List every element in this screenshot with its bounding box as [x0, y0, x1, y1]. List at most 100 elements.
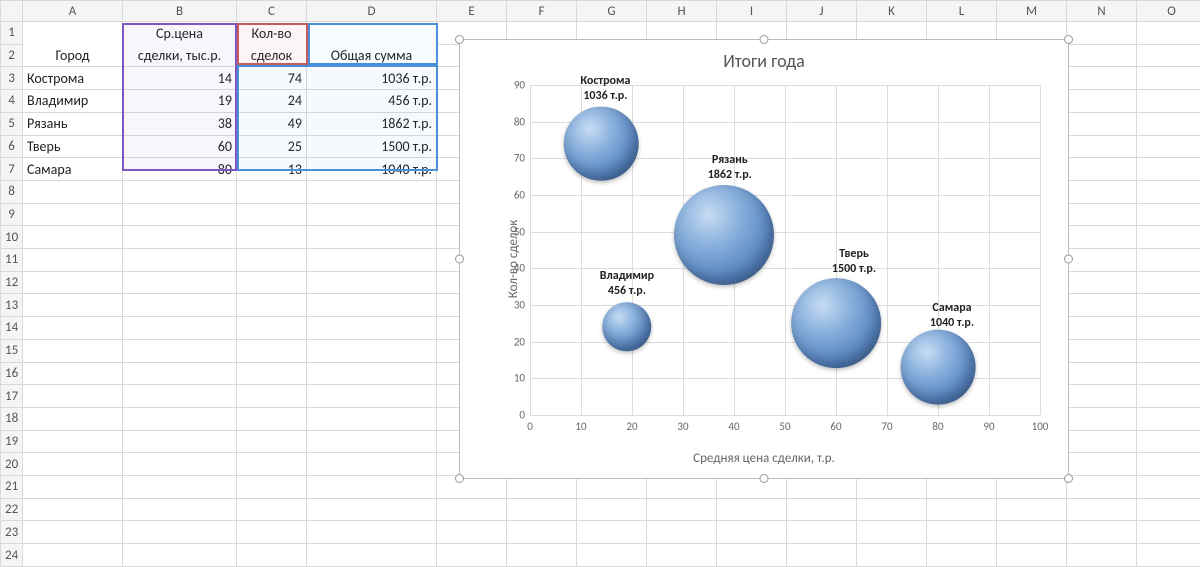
chart-handle-n[interactable] — [760, 35, 769, 44]
row-header-21[interactable]: 21 — [1, 476, 23, 499]
select-all-corner[interactable] — [1, 1, 23, 22]
cell-O14[interactable] — [1137, 317, 1200, 340]
row-header-22[interactable]: 22 — [1, 498, 23, 521]
cell-O6[interactable] — [1137, 135, 1200, 158]
cell-J23[interactable] — [787, 521, 857, 544]
cell-B18[interactable] — [123, 407, 237, 430]
cell-A17[interactable] — [23, 385, 123, 408]
cell-B6[interactable]: 60 — [123, 135, 237, 158]
cell-N5[interactable] — [1067, 112, 1137, 135]
cell-B1[interactable]: Ср.цена — [123, 22, 237, 45]
cell-A19[interactable] — [23, 430, 123, 453]
col-header-C[interactable]: C — [237, 1, 307, 22]
row-header-10[interactable]: 10 — [1, 226, 23, 249]
cell-A16[interactable] — [23, 362, 123, 385]
cell-A15[interactable] — [23, 339, 123, 362]
cell-N24[interactable] — [1067, 544, 1137, 567]
col-header-A[interactable]: A — [23, 1, 123, 22]
col-header-N[interactable]: N — [1067, 1, 1137, 22]
cell-N16[interactable] — [1067, 362, 1137, 385]
cell-N21[interactable] — [1067, 476, 1137, 499]
cell-D22[interactable] — [307, 498, 437, 521]
cell-B23[interactable] — [123, 521, 237, 544]
col-header-G[interactable]: G — [577, 1, 647, 22]
row-header-8[interactable]: 8 — [1, 180, 23, 203]
cell-O24[interactable] — [1137, 544, 1200, 567]
cell-L24[interactable] — [927, 544, 997, 567]
cell-A24[interactable] — [23, 544, 123, 567]
cell-N19[interactable] — [1067, 430, 1137, 453]
cell-B16[interactable] — [123, 362, 237, 385]
cell-A3[interactable]: Кострома — [23, 67, 123, 90]
cell-D8[interactable] — [307, 180, 437, 203]
cell-B22[interactable] — [123, 498, 237, 521]
row-header-12[interactable]: 12 — [1, 271, 23, 294]
cell-C10[interactable] — [237, 226, 307, 249]
cell-D6[interactable]: 1500 т.р. — [307, 135, 437, 158]
cell-O23[interactable] — [1137, 521, 1200, 544]
cell-A8[interactable] — [23, 180, 123, 203]
cell-D23[interactable] — [307, 521, 437, 544]
chart-handle-nw[interactable] — [455, 35, 464, 44]
cell-D9[interactable] — [307, 203, 437, 226]
cell-B12[interactable] — [123, 271, 237, 294]
cell-A23[interactable] — [23, 521, 123, 544]
cell-L23[interactable] — [927, 521, 997, 544]
row-header-14[interactable]: 14 — [1, 317, 23, 340]
row-header-13[interactable]: 13 — [1, 294, 23, 317]
cell-D24[interactable] — [307, 544, 437, 567]
row-header-16[interactable]: 16 — [1, 362, 23, 385]
cell-D13[interactable] — [307, 294, 437, 317]
cell-F22[interactable] — [507, 498, 577, 521]
cell-C5[interactable]: 49 — [237, 112, 307, 135]
chart-title[interactable]: Итоги года — [460, 40, 1068, 72]
col-header-M[interactable]: M — [997, 1, 1067, 22]
cell-A9[interactable] — [23, 203, 123, 226]
cell-O2[interactable] — [1137, 44, 1200, 67]
cell-O8[interactable] — [1137, 180, 1200, 203]
cell-D2[interactable]: Общая сумма — [307, 44, 437, 67]
cell-D16[interactable] — [307, 362, 437, 385]
cell-D21[interactable] — [307, 476, 437, 499]
cell-C12[interactable] — [237, 271, 307, 294]
cell-C2[interactable]: сделок — [237, 44, 307, 67]
cell-B21[interactable] — [123, 476, 237, 499]
row-header-5[interactable]: 5 — [1, 112, 23, 135]
bubble-Самара[interactable] — [901, 330, 976, 405]
cell-O15[interactable] — [1137, 339, 1200, 362]
bubble-Тверь[interactable] — [791, 278, 881, 368]
cell-O20[interactable] — [1137, 453, 1200, 476]
chart-object[interactable]: Итоги года Кол-во сделок Средняя цена сд… — [459, 39, 1069, 479]
cell-D7[interactable]: 1040 т.р. — [307, 158, 437, 181]
cell-C7[interactable]: 13 — [237, 158, 307, 181]
row-header-17[interactable]: 17 — [1, 385, 23, 408]
cell-M22[interactable] — [997, 498, 1067, 521]
cell-N3[interactable] — [1067, 67, 1137, 90]
cell-D11[interactable] — [307, 249, 437, 272]
chart-handle-w[interactable] — [455, 255, 464, 264]
row-header-7[interactable]: 7 — [1, 158, 23, 181]
cell-B3[interactable]: 14 — [123, 67, 237, 90]
cell-B13[interactable] — [123, 294, 237, 317]
cell-B7[interactable]: 80 — [123, 158, 237, 181]
cell-A13[interactable] — [23, 294, 123, 317]
cell-O10[interactable] — [1137, 226, 1200, 249]
cell-A21[interactable] — [23, 476, 123, 499]
chart-handle-s[interactable] — [760, 474, 769, 483]
col-header-F[interactable]: F — [507, 1, 577, 22]
cell-F23[interactable] — [507, 521, 577, 544]
cell-A12[interactable] — [23, 271, 123, 294]
cell-I24[interactable] — [717, 544, 787, 567]
col-header-O[interactable]: O — [1137, 1, 1200, 22]
col-header-H[interactable]: H — [647, 1, 717, 22]
cell-C22[interactable] — [237, 498, 307, 521]
bubble-Рязань[interactable] — [674, 185, 774, 285]
cell-C20[interactable] — [237, 453, 307, 476]
cell-C1[interactable]: Кол-во — [237, 22, 307, 45]
cell-G23[interactable] — [577, 521, 647, 544]
cell-O5[interactable] — [1137, 112, 1200, 135]
cell-C8[interactable] — [237, 180, 307, 203]
cell-N9[interactable] — [1067, 203, 1137, 226]
cell-N17[interactable] — [1067, 385, 1137, 408]
bubble-Владимир[interactable] — [602, 302, 651, 351]
